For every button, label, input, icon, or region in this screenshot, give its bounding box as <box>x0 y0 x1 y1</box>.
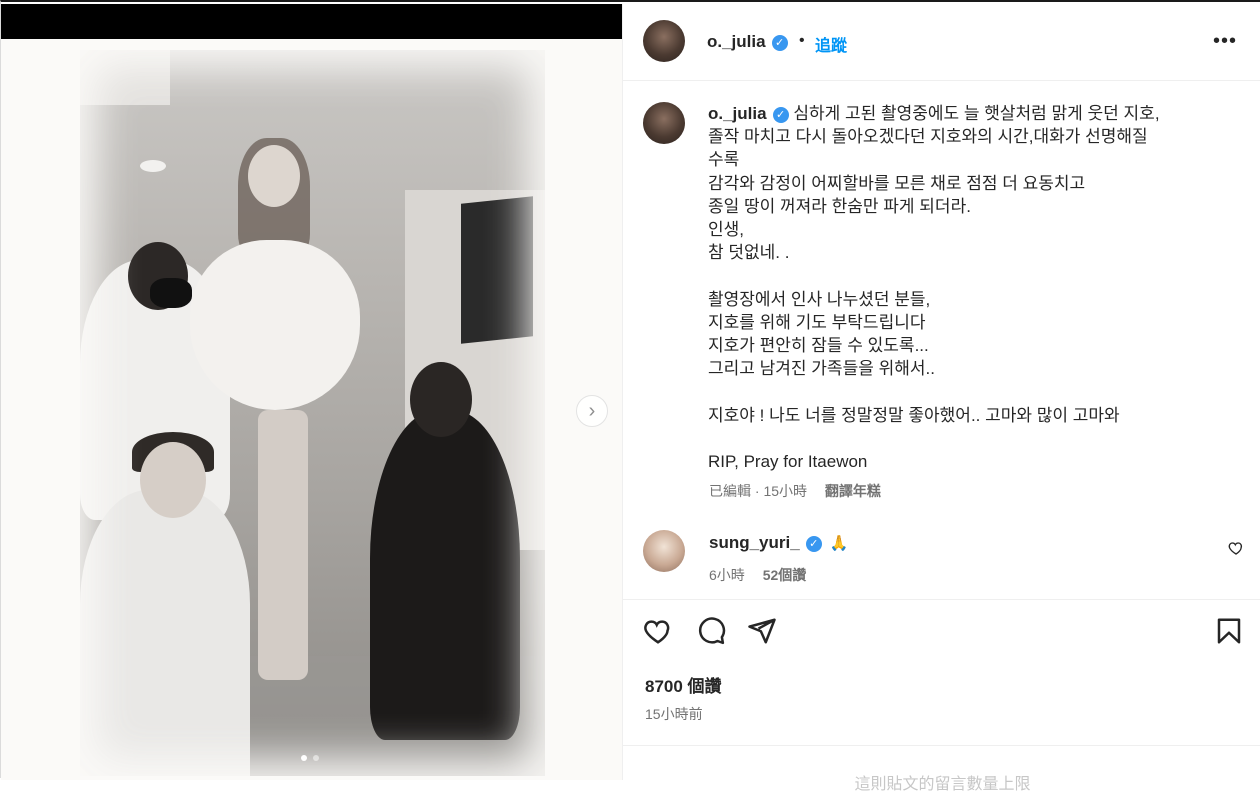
caption-line: 졸작 마치고 다시 돌아오겠다던 지호와의 시간,대화가 선명해질 <box>708 125 1243 148</box>
caption-line: 지호를 위해 기도 부탁드립니다 <box>708 311 1243 334</box>
author-username[interactable]: o._julia ✓ <box>707 32 788 52</box>
reply-meta: 6小時 52個讚 <box>709 565 806 585</box>
separator-dot: • <box>799 32 805 49</box>
post-photo[interactable] <box>80 50 545 776</box>
comments-section: o._julia ✓ 심하게 고된 촬영중에도 늘 햇살처럼 맑게 웃던 지호, 졸… <box>623 82 1260 600</box>
translate-link[interactable]: 翻譯年糕 <box>825 483 881 499</box>
caption-line: 종일 땅이 꺼져라 한숨만 파게 되더라. <box>708 195 1243 218</box>
caption-line: 수록 <box>708 148 1243 171</box>
post-side-panel: o._julia ✓ • 追蹤 ••• o._julia ✓ 심하게 고된 촬영중에… <box>622 4 1260 793</box>
caption-line: 지호가 편안히 잠들 수 있도록... <box>708 334 1243 357</box>
caption-line: 지호야 ! 나도 너를 정말정말 좋아했어.. 고마와 많이 고마와 <box>708 404 1243 427</box>
caption-username[interactable]: o._julia <box>708 104 767 123</box>
reply-username[interactable]: sung_yuri_ <box>709 533 800 552</box>
reply-time: 6小時 <box>709 567 745 583</box>
post-actions <box>623 602 1260 658</box>
caption-line: o._julia ✓ 심하게 고된 촬영중에도 늘 햇살처럼 맑게 웃던 지호, <box>708 102 1243 125</box>
caption-text: 인생, <box>708 220 745 240</box>
comment-icon[interactable] <box>696 616 726 646</box>
caption-line: 참 덧없네. . <box>708 241 1243 264</box>
caption-line: 인생, <box>708 218 1243 241</box>
likes-count[interactable]: 8700 個讚 <box>645 672 722 697</box>
caption-line <box>708 427 1243 450</box>
verified-badge-icon: ✓ <box>772 106 789 123</box>
caption-text: 수록 <box>708 150 740 170</box>
caption-edited-time: 已編輯 · 15小時 <box>709 483 808 499</box>
caption-line: 감각와 감정이 어찌할바를 모른 채로 점점 더 요동치고 <box>708 172 1243 195</box>
reply-author-avatar[interactable] <box>643 530 685 572</box>
caption-meta: 已編輯 · 15小時 翻譯年糕 <box>709 481 881 501</box>
comments-limited-notice: 這則貼文的留言數量上限 <box>854 776 1031 793</box>
media-top-bar <box>1 4 622 39</box>
chevron-right-icon: › <box>588 399 596 422</box>
caption-text: 그리고 남겨진 가족들을 위해서.. <box>708 359 935 379</box>
post-dialog: › o._julia ✓ • 追蹤 ••• o._julia ✓ 심하게 고된 촬영… <box>0 0 1260 793</box>
praying-hands-emoji: 🙏 <box>829 535 849 552</box>
caption-line: RIP, Pray for Itaewon <box>708 450 1243 473</box>
more-options-icon[interactable]: ••• <box>1213 30 1237 53</box>
caption-line <box>708 380 1243 403</box>
caption-text: 종일 땅이 꺼져라 한숨만 파게 되더라. <box>708 196 971 216</box>
caption-text: 촬영장에서 인사 나누셨던 분들, <box>708 289 931 309</box>
caption-text: 심하게 고된 촬영중에도 늘 햇살처럼 맑게 웃던 지호, <box>793 104 1160 123</box>
carousel-dot[interactable] <box>313 755 319 761</box>
caption-text: RIP, Pray for Itaewon <box>708 452 868 471</box>
caption-text: 지호를 위해 기도 부탁드립니다 <box>708 312 926 332</box>
caption-text: 졸작 마치고 다시 돌아오겠다던 지호와의 시간,대화가 선명해질 <box>708 127 1148 147</box>
carousel-dots <box>301 755 319 761</box>
media-pane: › <box>1 4 622 780</box>
reply-comment: sung_yuri_ ✓ 🙏 <box>709 533 848 553</box>
caption-author-avatar[interactable] <box>643 102 685 144</box>
author-avatar[interactable] <box>643 20 685 62</box>
heart-icon[interactable] <box>1228 540 1244 556</box>
caption-text: 지호야 ! 나도 너를 정말정말 좋아했어.. 고마와 많이 고마와 <box>708 405 1120 425</box>
verified-badge-icon: ✓ <box>805 535 822 552</box>
caption-text: 지호가 편안히 잠들 수 있도록... <box>708 336 929 356</box>
caption-text: 참 덧없네. . <box>708 243 790 263</box>
bookmark-icon[interactable] <box>1214 616 1244 646</box>
reply-likes[interactable]: 52個讚 <box>763 567 807 583</box>
verified-badge-icon: ✓ <box>771 34 788 51</box>
follow-button[interactable]: 追蹤 <box>815 32 847 56</box>
next-image-button[interactable]: › <box>576 395 608 427</box>
post-time[interactable]: 15小時前 <box>645 704 703 724</box>
post-caption: o._julia ✓ 심하게 고된 촬영중에도 늘 햇살처럼 맑게 웃던 지호, 졸… <box>708 102 1243 473</box>
caption-line: 촬영장에서 인사 나누셨던 분들, <box>708 288 1243 311</box>
heart-icon[interactable] <box>643 616 673 646</box>
caption-line: 그리고 남겨진 가족들을 위해서.. <box>708 357 1243 380</box>
share-icon[interactable] <box>747 616 777 646</box>
carousel-dot[interactable] <box>301 755 307 761</box>
caption-text: 감각와 감정이 어찌할바를 모른 채로 점점 더 요동치고 <box>708 173 1086 193</box>
post-header: o._julia ✓ • 追蹤 ••• <box>623 4 1260 81</box>
caption-line <box>708 264 1243 287</box>
